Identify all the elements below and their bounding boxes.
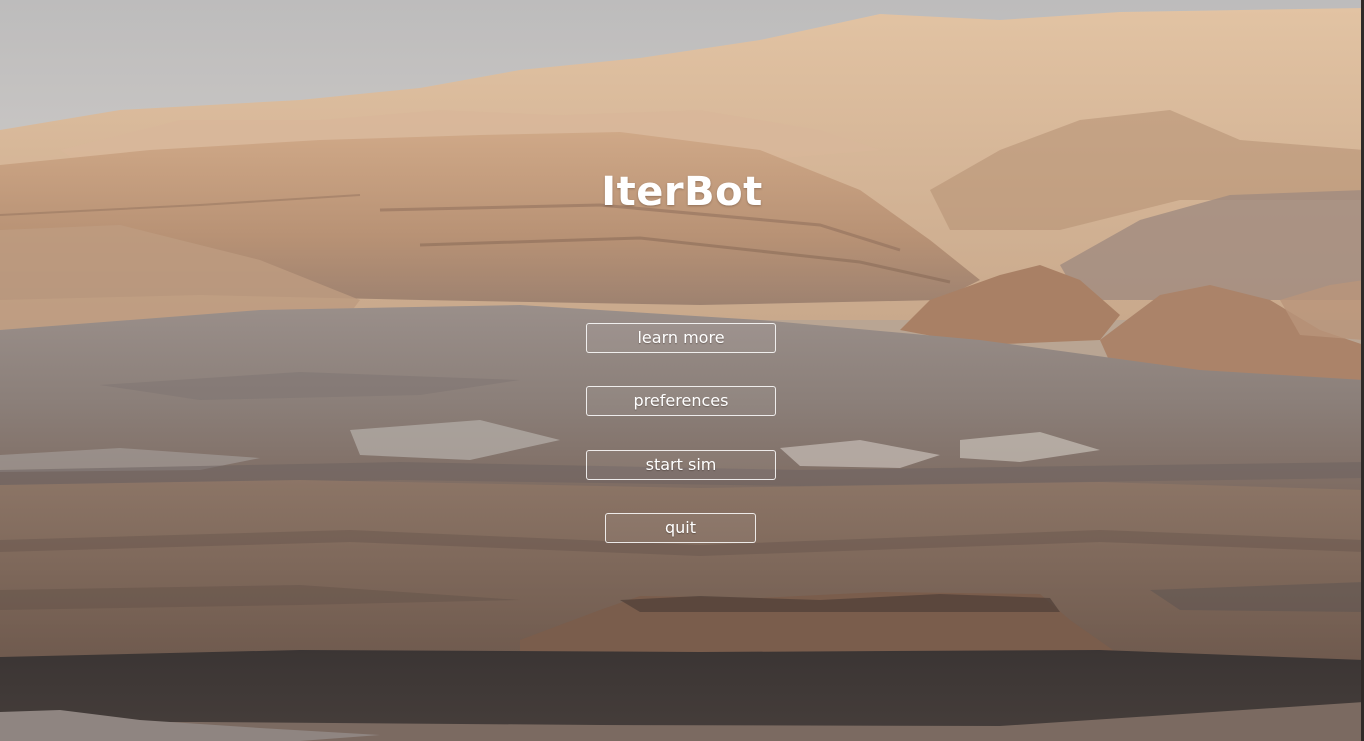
main-menu-screen: IterBot learn more preferences start sim…: [0, 0, 1364, 741]
mars-landscape-background: [0, 0, 1364, 741]
preferences-button[interactable]: preferences: [586, 386, 776, 416]
learn-more-button[interactable]: learn more: [586, 323, 776, 353]
start-sim-button[interactable]: start sim: [586, 450, 776, 480]
quit-button[interactable]: quit: [605, 513, 756, 543]
app-title: IterBot: [601, 169, 763, 215]
